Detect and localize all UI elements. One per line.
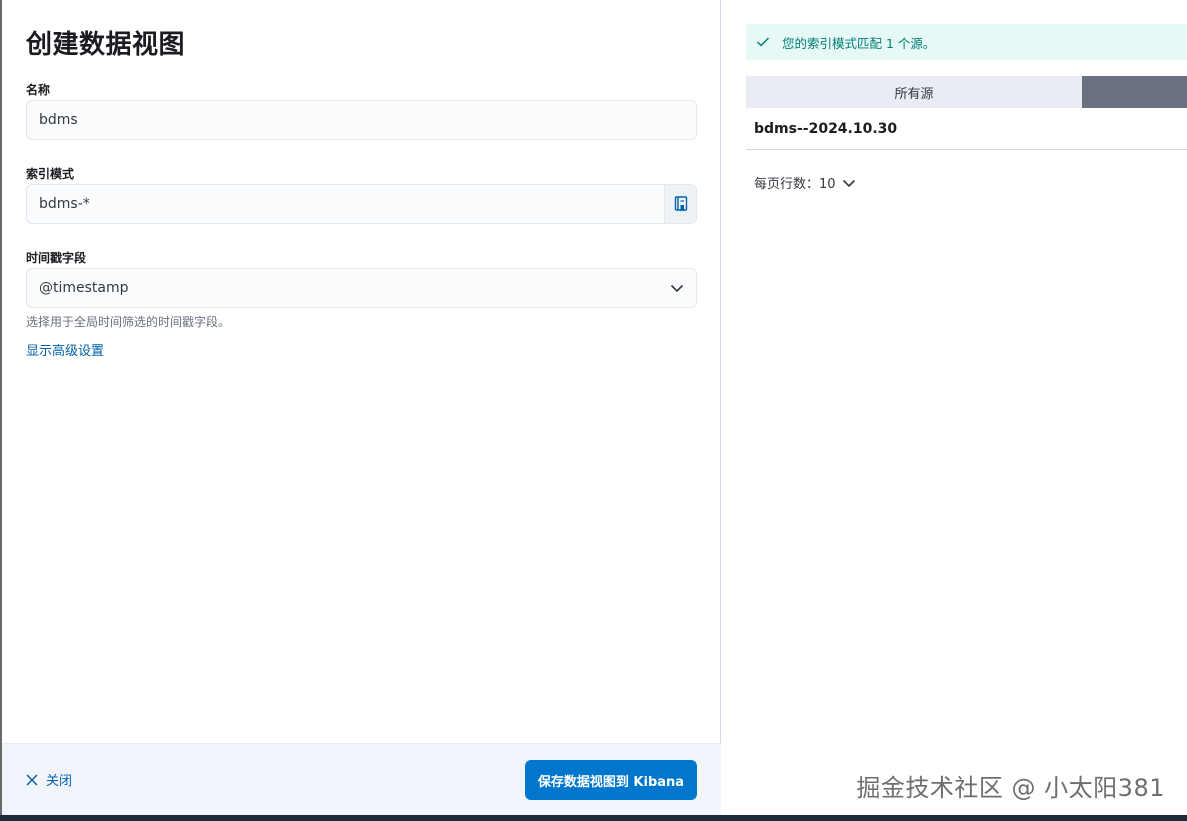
rows-per-page-control[interactable]: 每页行数：10 (754, 173, 856, 192)
index-pattern-input[interactable]: bdms-* (26, 184, 697, 224)
timestamp-help-text: 选择用于全局时间筛选的时间戳字段。 (26, 315, 231, 329)
index-preview-panel: 您的索引模式匹配 1 个源。 所有源 bdms--2024.10.30 每页行数… (722, 0, 1187, 815)
close-icon (26, 774, 38, 785)
chevron-down-icon (670, 284, 684, 293)
chevron-down-icon (842, 179, 855, 187)
page-title: 创建数据视图 (26, 30, 186, 60)
taskbar-strip (0, 815, 1187, 821)
rows-per-page-label: 每页行数：10 (754, 177, 836, 192)
match-callout-text: 您的索引模式匹配 1 个源。 (782, 35, 936, 51)
book-icon (674, 196, 687, 212)
index-pattern-value: bdms-* (39, 196, 90, 212)
watermark: 掘金技术社区 @ 小太阳381 (856, 774, 1165, 802)
flyout-footer: 关闭 保存数据视图到 Kibana (2, 743, 721, 815)
tab-all-sources[interactable]: 所有源 (746, 76, 1082, 108)
source-row: bdms--2024.10.30 (746, 108, 1187, 150)
timestamp-field-select[interactable]: @timestamp (26, 268, 697, 308)
close-button-label: 关闭 (46, 774, 73, 789)
check-icon (756, 37, 770, 47)
app-frame: 创建数据视图 名称 bdms 索引模式 bdms-* 时间戳字段 @timest… (0, 0, 1187, 821)
index-pattern-append-button[interactable] (664, 185, 696, 223)
save-data-view-button[interactable]: 保存数据视图到 Kibana (525, 760, 697, 800)
name-input[interactable]: bdms (26, 100, 697, 140)
close-button[interactable]: 关闭 (26, 770, 72, 789)
timestamp-field-value: @timestamp (39, 280, 129, 296)
timestamp-field-label: 时间戳字段 (26, 251, 87, 265)
show-advanced-settings-link[interactable]: 显示高级设置 (26, 340, 104, 359)
match-callout: 您的索引模式匹配 1 个源。 (746, 24, 1187, 60)
name-label: 名称 (26, 83, 51, 97)
tab-other[interactable] (1082, 76, 1187, 108)
create-data-view-panel: 创建数据视图 名称 bdms 索引模式 bdms-* 时间戳字段 @timest… (2, 0, 721, 815)
index-pattern-label: 索引模式 (26, 167, 75, 181)
source-tabs: 所有源 (746, 76, 1187, 108)
